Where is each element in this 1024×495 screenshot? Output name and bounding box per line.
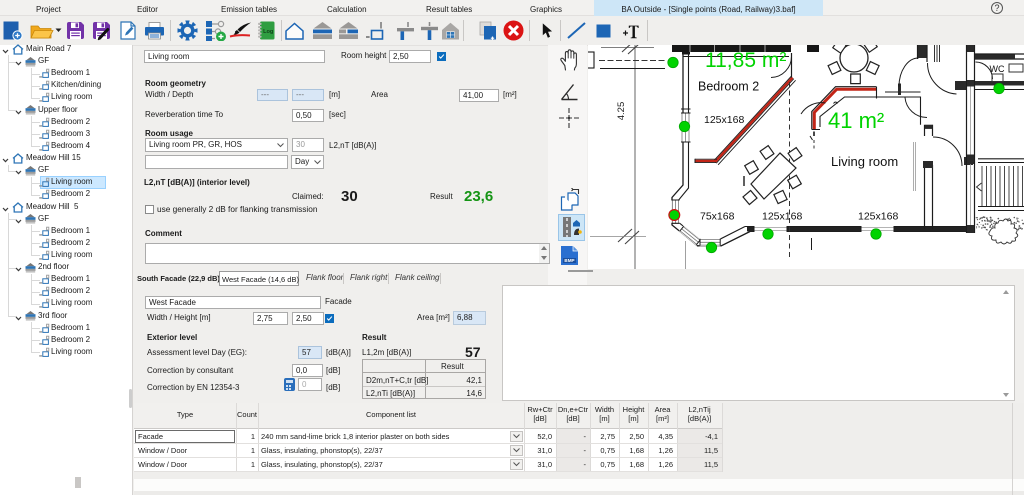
svg-text:75x168: 75x168 bbox=[700, 211, 735, 223]
svg-text:11,85 m²: 11,85 m² bbox=[705, 49, 786, 72]
svg-text:Bedroom 2: Bedroom 2 bbox=[698, 80, 759, 94]
svg-text:125x168: 125x168 bbox=[762, 211, 802, 223]
svg-text:41 m²: 41 m² bbox=[828, 108, 884, 133]
svg-text:4.25: 4.25 bbox=[616, 102, 627, 121]
svg-text:Log: Log bbox=[263, 29, 274, 35]
svg-text:125x168: 125x168 bbox=[704, 114, 744, 126]
svg-text:125x168: 125x168 bbox=[858, 211, 898, 223]
svg-text:BMP: BMP bbox=[564, 258, 574, 263]
svg-text:WC: WC bbox=[990, 64, 1005, 74]
svg-text:Living room: Living room bbox=[831, 154, 898, 169]
